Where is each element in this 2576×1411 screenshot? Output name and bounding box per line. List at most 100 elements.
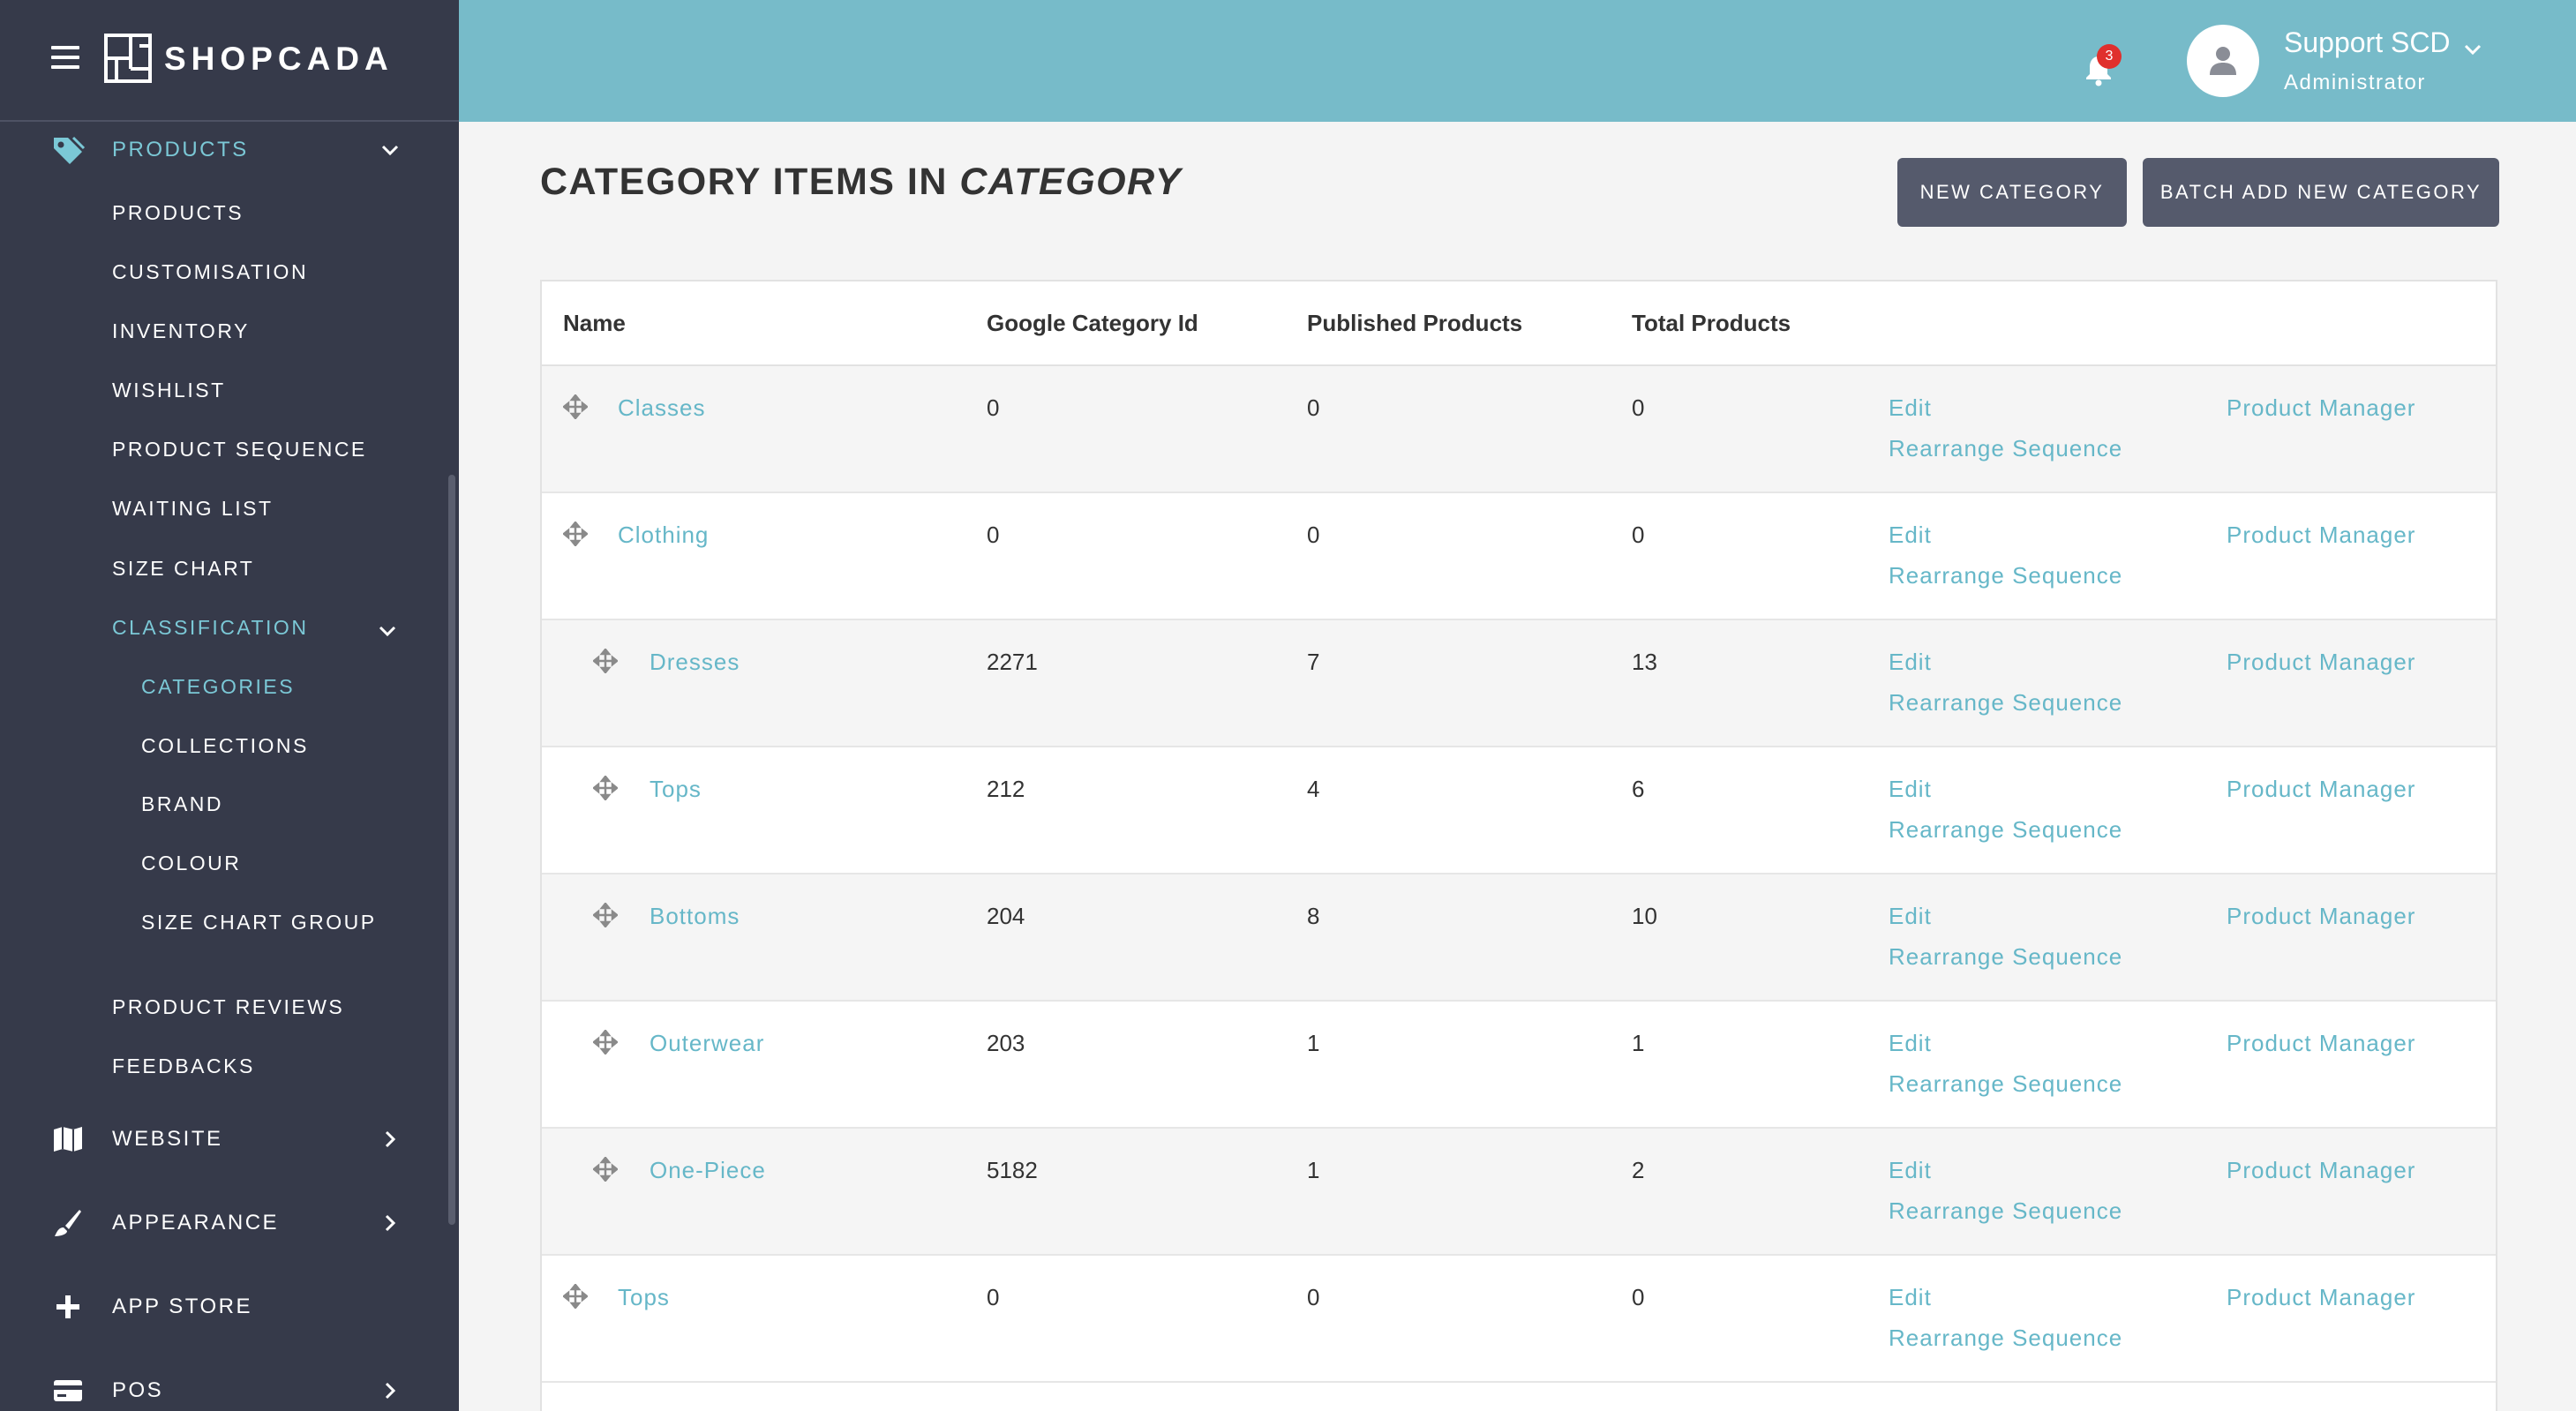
sidebar-item-label: SIZE CHART GROUP	[141, 910, 377, 934]
sidebar-scrollbar[interactable]	[448, 475, 455, 1225]
product-manager-link[interactable]: Product Manager	[2227, 776, 2415, 803]
rearrange-sequence-link[interactable]: Rearrange Sequence	[1889, 1070, 2122, 1098]
published-products-cell: 1	[1307, 1030, 1320, 1056]
sidebar-item-label: CATEGORIES	[141, 674, 296, 698]
sidebar-item-label: FEEDBACKS	[112, 1054, 255, 1077]
user-name[interactable]: Support SCD	[2284, 26, 2451, 59]
edit-link[interactable]: Edit	[1889, 1157, 1932, 1184]
rearrange-sequence-link[interactable]: Rearrange Sequence	[1889, 1197, 2122, 1225]
page-title-prefix: CATEGORY ITEMS IN	[540, 161, 960, 203]
sidebar-item-website[interactable]: WEBSITE	[0, 1113, 450, 1166]
sidebar-item-pos[interactable]: POS	[0, 1364, 450, 1411]
published-products-cell: 0	[1307, 1284, 1320, 1310]
sidebar-item-feedbacks[interactable]: FEEDBACKS	[112, 1045, 255, 1087]
sidebar-item-label: CLASSIFICATION	[112, 615, 309, 639]
drag-handle-icon[interactable]	[591, 774, 620, 802]
edit-link[interactable]: Edit	[1889, 649, 1932, 676]
chevron-right-icon	[378, 1127, 402, 1152]
published-products-cell: 0	[1307, 522, 1320, 548]
sidebar-item-label: PRODUCTS	[112, 138, 249, 161]
sidebar-item-products[interactable]: PRODUCTS	[112, 191, 244, 234]
category-table: Name Google Category Id Published Produc…	[540, 280, 2497, 1411]
category-name-link[interactable]: Outerwear	[650, 1030, 764, 1057]
plus-icon	[49, 1288, 86, 1325]
category-name-link[interactable]: Classes	[618, 394, 705, 422]
edit-link[interactable]: Edit	[1889, 1030, 1932, 1057]
total-products-cell: 2	[1632, 1157, 1645, 1183]
product-manager-link[interactable]: Product Manager	[2227, 903, 2415, 930]
category-name-link[interactable]: Clothing	[618, 522, 709, 549]
drag-handle-icon[interactable]	[591, 901, 620, 929]
product-manager-link[interactable]: Product Manager	[2227, 1284, 2415, 1311]
sidebar-item-app-store[interactable]: APP STORE	[0, 1280, 450, 1333]
drag-handle-icon[interactable]	[591, 1028, 620, 1056]
table-row: Tops 0 0 0 Edit Rearrange Sequence Product Man…	[542, 1256, 2496, 1383]
rearrange-sequence-link[interactable]: Rearrange Sequence	[1889, 435, 2122, 462]
sidebar-item-waiting-list[interactable]: WAITING LIST	[112, 487, 274, 529]
sidebar-item-customisation[interactable]: CUSTOMISATION	[112, 251, 308, 293]
sidebar-item-product-reviews[interactable]: PRODUCT REVIEWS	[112, 986, 344, 1028]
product-manager-link[interactable]: Product Manager	[2227, 394, 2415, 422]
sidebar-item-label: PRODUCT REVIEWS	[112, 994, 345, 1018]
table-row: Clothing 0 0 0 Edit Rearrange Sequence Product…	[542, 493, 2496, 620]
published-products-cell: 4	[1307, 776, 1320, 802]
sidebar-item-brand[interactable]: BRAND	[141, 783, 223, 825]
category-name-link[interactable]: Dresses	[650, 649, 740, 676]
table-row: Outerwear 203 1 1 Edit Rearrange Sequence Prod…	[542, 1002, 2496, 1129]
new-category-button[interactable]: NEW CATEGORY	[1897, 158, 2127, 227]
total-products-cell: 6	[1632, 776, 1645, 802]
edit-link[interactable]: Edit	[1889, 394, 1932, 422]
drag-handle-icon[interactable]	[591, 1155, 620, 1183]
brush-icon	[49, 1205, 86, 1242]
drag-handle-icon[interactable]	[591, 647, 620, 675]
edit-link[interactable]: Edit	[1889, 522, 1932, 549]
sidebar-item-products-section[interactable]: PRODUCTS	[0, 124, 450, 176]
chevron-down-icon	[379, 619, 396, 642]
sidebar-item-collections[interactable]: COLLECTIONS	[141, 724, 309, 767]
batch-add-category-button[interactable]: BATCH ADD NEW CATEGORY	[2143, 158, 2499, 227]
category-name-link[interactable]: Tops	[618, 1284, 670, 1311]
edit-link[interactable]: Edit	[1889, 903, 1932, 930]
category-name-link[interactable]: One-Piece	[650, 1157, 766, 1184]
rearrange-sequence-link[interactable]: Rearrange Sequence	[1889, 562, 2122, 589]
product-manager-link[interactable]: Product Manager	[2227, 649, 2415, 676]
total-products-cell: 10	[1632, 903, 1657, 929]
sidebar-item-wishlist[interactable]: WISHLIST	[112, 369, 226, 411]
sidebar-item-label: COLLECTIONS	[141, 733, 309, 757]
rearrange-sequence-link[interactable]: Rearrange Sequence	[1889, 1325, 2122, 1352]
total-products-cell: 1	[1632, 1030, 1645, 1056]
sidebar-item-inventory[interactable]: INVENTORY	[112, 310, 250, 352]
avatar[interactable]	[2187, 25, 2259, 97]
category-name-link[interactable]: Bottoms	[650, 903, 740, 930]
sidebar-item-label: APPEARANCE	[112, 1211, 280, 1235]
published-products-cell: 0	[1307, 394, 1320, 421]
sidebar-item-size-chart[interactable]: SIZE CHART	[112, 547, 254, 589]
category-name-link[interactable]: Tops	[650, 776, 702, 803]
user-icon	[2210, 47, 2236, 75]
chevron-right-icon	[378, 1378, 402, 1403]
sidebar-item-categories[interactable]: CATEGORIES	[141, 665, 295, 708]
drag-handle-icon[interactable]	[561, 393, 590, 421]
published-products-cell: 8	[1307, 903, 1320, 929]
hamburger-menu-icon[interactable]	[51, 46, 79, 71]
drag-handle-icon[interactable]	[561, 1282, 590, 1310]
edit-link[interactable]: Edit	[1889, 1284, 1932, 1311]
sidebar-item-product-sequence[interactable]: PRODUCT SEQUENCE	[112, 428, 367, 470]
product-manager-link[interactable]: Product Manager	[2227, 1030, 2415, 1057]
sidebar-item-label: WAITING LIST	[112, 496, 274, 520]
product-manager-link[interactable]: Product Manager	[2227, 1157, 2415, 1184]
sidebar-item-classification[interactable]: CLASSIFICATION	[112, 606, 412, 649]
rearrange-sequence-link[interactable]: Rearrange Sequence	[1889, 689, 2122, 717]
sidebar-item-appearance[interactable]: APPEARANCE	[0, 1197, 450, 1250]
chevron-down-icon[interactable]	[2462, 39, 2483, 60]
edit-link[interactable]: Edit	[1889, 776, 1932, 803]
sidebar-item-label: POS	[112, 1378, 164, 1402]
rearrange-sequence-link[interactable]: Rearrange Sequence	[1889, 816, 2122, 844]
column-header-total-products: Total Products	[1632, 310, 1791, 336]
sidebar-item-colour[interactable]: COLOUR	[141, 842, 241, 884]
rearrange-sequence-link[interactable]: Rearrange Sequence	[1889, 943, 2122, 971]
google-category-id-cell: 0	[987, 522, 1000, 548]
sidebar-item-size-chart-group[interactable]: SIZE CHART GROUP	[141, 901, 377, 943]
drag-handle-icon[interactable]	[561, 520, 590, 548]
product-manager-link[interactable]: Product Manager	[2227, 522, 2415, 549]
